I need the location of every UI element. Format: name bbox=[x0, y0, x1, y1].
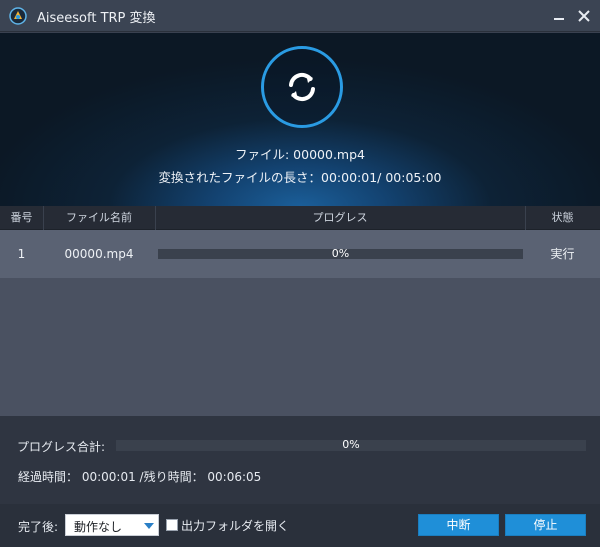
row-number: 1 bbox=[17, 247, 26, 261]
column-header-progress: プログレス bbox=[312, 211, 368, 224]
table-row[interactable]: 1 00000.mp4 0% 実行 bbox=[0, 230, 600, 278]
row-filename: 00000.mp4 bbox=[64, 247, 134, 261]
open-folder-label[interactable]: 出力フォルダを開く bbox=[181, 517, 289, 534]
after-completion-select[interactable]: 動作なし bbox=[65, 514, 159, 536]
row-progress-text: 0% bbox=[331, 247, 350, 260]
footer-bar: 完了後: 動作なし 出力フォルダを開く 中断 停止 bbox=[0, 504, 600, 547]
row-status: 実行 bbox=[550, 247, 575, 261]
column-header-filename: ファイル名前 bbox=[66, 211, 132, 224]
total-progress-text: 0% bbox=[342, 438, 360, 451]
column-header-status: 状態 bbox=[551, 211, 574, 224]
after-completion-value: 動作なし bbox=[74, 520, 123, 534]
after-completion-label: 完了後: bbox=[18, 520, 59, 534]
summary-panel: プログレス合計: 0% 経過時間： 00:00:01 /残り時間： 00:06:… bbox=[0, 416, 600, 504]
title-bar: Aiseesoft TRP 変換 bbox=[0, 0, 600, 32]
column-header-number: 番号 bbox=[10, 211, 33, 224]
stop-button[interactable]: 停止 bbox=[505, 514, 586, 536]
task-table: 1 00000.mp4 0% 実行 bbox=[0, 230, 600, 416]
task-table-header: 番号 ファイル名前 プログレス 状態 bbox=[0, 206, 600, 230]
open-folder-checkbox[interactable] bbox=[166, 519, 178, 531]
convert-refresh-icon bbox=[289, 72, 315, 102]
total-progress-label: プログレス合計: bbox=[17, 440, 106, 454]
current-file-text: ファイル: 00000.mp4 bbox=[235, 147, 365, 162]
chevron-down-icon bbox=[144, 523, 154, 529]
converted-length-text: 変換されたファイルの長さ：00:00:01/ 00:05:00 bbox=[158, 170, 442, 185]
minimize-icon[interactable] bbox=[551, 8, 567, 24]
app-logo-icon bbox=[9, 7, 27, 25]
pause-button[interactable]: 中断 bbox=[418, 514, 499, 536]
convert-status-ring bbox=[261, 46, 343, 128]
window-title: Aiseesoft TRP 変換 bbox=[37, 11, 156, 26]
elapsed-remaining-time: 経過時間： 00:00:01 /残り時間： 00:06:05 bbox=[18, 470, 262, 484]
close-icon[interactable] bbox=[576, 8, 592, 24]
conversion-status-panel: ファイル: 00000.mp4 変換されたファイルの長さ：00:00:01/ 0… bbox=[0, 33, 600, 206]
